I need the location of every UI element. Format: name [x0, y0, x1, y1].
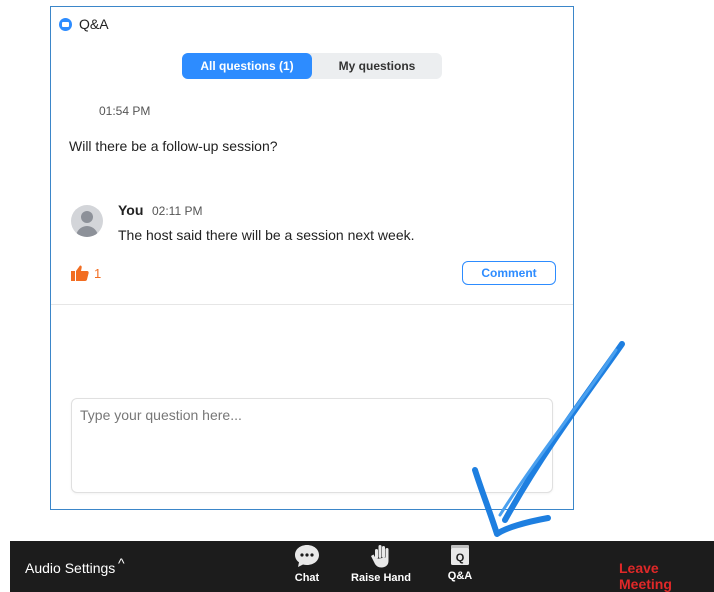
- zoom-logo-icon: [59, 17, 72, 31]
- thumbs-up-icon: [71, 265, 89, 281]
- answer-timestamp: 02:11 PM: [152, 204, 203, 218]
- tab-my-questions[interactable]: My questions: [312, 53, 442, 79]
- audio-settings-button[interactable]: Audio Settings: [25, 560, 115, 576]
- qa-window: Q&A All questions (1) My questions 01:54…: [50, 6, 574, 510]
- chat-icon: [295, 545, 319, 567]
- question-input-placeholder: Type your question here...: [80, 407, 242, 423]
- answer-text: The host said there will be a session ne…: [118, 227, 415, 243]
- qa-button[interactable]: Q Q&A: [425, 544, 495, 590]
- qa-label: Q&A: [447, 570, 473, 582]
- meeting-toolbar: Audio Settings ^ Chat Raise Hand Q Q&A L…: [10, 541, 714, 592]
- question-input[interactable]: Type your question here...: [71, 398, 553, 493]
- like-button[interactable]: 1: [71, 265, 101, 281]
- tab-all-questions[interactable]: All questions (1): [182, 53, 312, 79]
- comment-button[interactable]: Comment: [462, 261, 556, 285]
- raise-hand-label: Raise Hand: [351, 572, 411, 584]
- window-title: Q&A: [79, 16, 109, 32]
- like-count: 1: [94, 265, 102, 281]
- chevron-up-icon[interactable]: ^: [118, 555, 125, 571]
- divider: [51, 304, 573, 305]
- question-text: Will there be a follow-up session?: [69, 138, 278, 154]
- raise-hand-icon: [371, 545, 389, 568]
- question-timestamp: 01:54 PM: [99, 104, 151, 118]
- qa-icon: Q: [451, 545, 469, 565]
- chat-label: Chat: [294, 572, 320, 584]
- raise-hand-button[interactable]: Raise Hand: [346, 544, 416, 590]
- question-tabs: All questions (1) My questions: [182, 53, 442, 79]
- title-bar: Q&A: [59, 15, 109, 33]
- leave-meeting-button[interactable]: Leave Meeting: [619, 560, 714, 592]
- svg-text:Q: Q: [456, 552, 465, 564]
- answer-author: You: [118, 202, 144, 218]
- avatar-icon: [71, 205, 103, 237]
- chat-button[interactable]: Chat: [272, 544, 342, 590]
